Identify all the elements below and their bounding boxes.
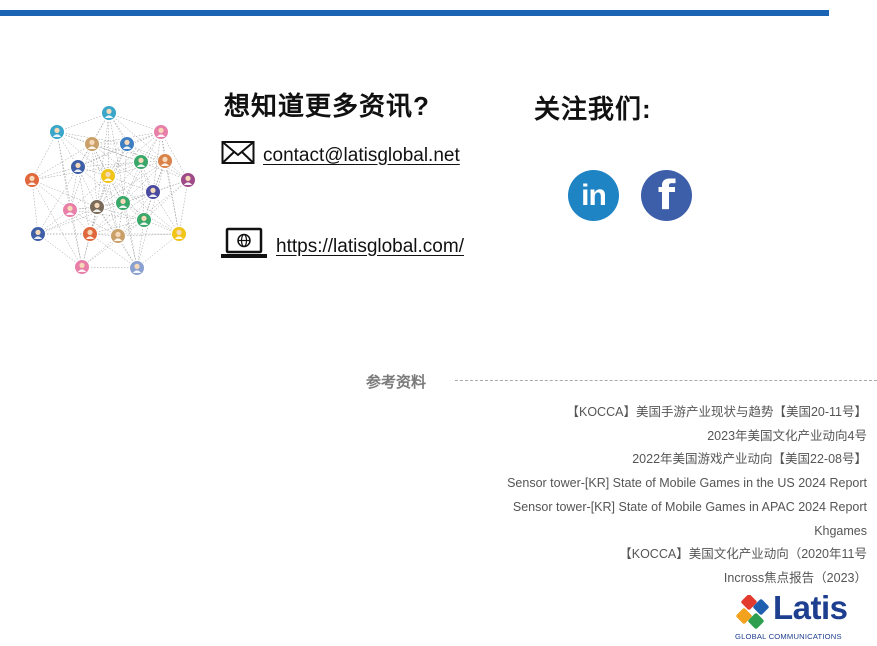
person-avatar-icon (129, 260, 145, 276)
network-link (107, 112, 110, 177)
network-link (31, 179, 39, 235)
person-avatar-icon (82, 226, 98, 242)
top-accent-bar (0, 10, 829, 16)
network-link (81, 266, 138, 269)
reference-item: Sensor tower-[KR] State of Mobile Games … (512, 499, 867, 514)
reference-item: 2022年美国游戏产业动向【美国22-08号】 (632, 452, 867, 467)
logo-tagline: GLOBAL COMMUNICATIONS (735, 632, 842, 641)
follow-heading: 关注我们: (534, 94, 652, 124)
references-title: 参考资料 (366, 374, 427, 391)
website-link[interactable]: https://latisglobal.com/ (276, 236, 464, 258)
person-avatar-icon (84, 136, 100, 152)
email-link[interactable]: contact@latisglobal.net (263, 145, 460, 167)
person-avatar-icon (119, 136, 135, 152)
network-link (37, 233, 83, 268)
person-avatar-icon (30, 226, 46, 242)
person-avatar-icon (100, 168, 116, 184)
person-avatar-icon (153, 124, 169, 140)
network-link (56, 112, 110, 133)
logo-mark-icon (736, 595, 769, 629)
person-avatar-icon (180, 172, 196, 188)
latis-logo: Latis GLOBAL COMMUNICATIONS (735, 589, 865, 643)
person-avatar-icon (62, 202, 78, 218)
references-list: 【KOCCA】美国手游产业现状与趋势【美国20-11号】 2023年美国文化产业… (447, 401, 867, 591)
person-avatar-icon (74, 259, 90, 275)
facebook-icon[interactable]: f (641, 170, 692, 221)
network-link (37, 202, 124, 235)
laptop-globe-icon (220, 227, 268, 266)
people-network-illustration (24, 105, 196, 276)
contact-heading: 想知道更多资讯? (224, 91, 430, 121)
reference-item: Sensor tower-[KR] State of Mobile Games … (507, 476, 867, 491)
references-divider (455, 380, 877, 381)
person-avatar-icon (110, 228, 126, 244)
network-link (178, 179, 189, 235)
person-avatar-icon (157, 153, 173, 169)
network-link (160, 131, 180, 235)
person-avatar-icon (136, 212, 152, 228)
reference-item: 【KOCCA】美国文化产业动向（2020年11号 (619, 547, 867, 562)
linkedin-icon[interactable]: in (568, 170, 619, 221)
network-link (31, 131, 58, 181)
network-link (77, 166, 124, 204)
website-row: https://latisglobal.com/ (220, 227, 464, 266)
reference-item: Incross焦点报告（2023） (723, 570, 867, 585)
network-link (69, 209, 145, 221)
email-row: contact@latisglobal.net (221, 140, 460, 171)
envelope-icon (221, 140, 255, 171)
person-avatar-icon (24, 172, 40, 188)
network-link (136, 233, 180, 269)
reference-item: 2023年美国文化产业动向4号 (707, 428, 867, 443)
person-avatar-icon (145, 184, 161, 200)
reference-item: 【KOCCA】美国手游产业现状与趋势【美国20-11号】 (566, 405, 868, 419)
person-avatar-icon (49, 124, 65, 140)
person-avatar-icon (70, 159, 86, 175)
network-link (31, 179, 83, 268)
network-link (96, 112, 110, 208)
network-link (117, 233, 180, 237)
logo-wordmark: Latis (773, 589, 848, 626)
reference-item: Khgames (814, 523, 867, 538)
network-link (108, 112, 162, 133)
person-avatar-icon (89, 199, 105, 215)
person-avatar-icon (101, 105, 117, 121)
person-avatar-icon (171, 226, 187, 242)
person-avatar-icon (133, 154, 149, 170)
person-avatar-icon (115, 195, 131, 211)
network-link (77, 166, 91, 235)
network-link (31, 179, 98, 208)
